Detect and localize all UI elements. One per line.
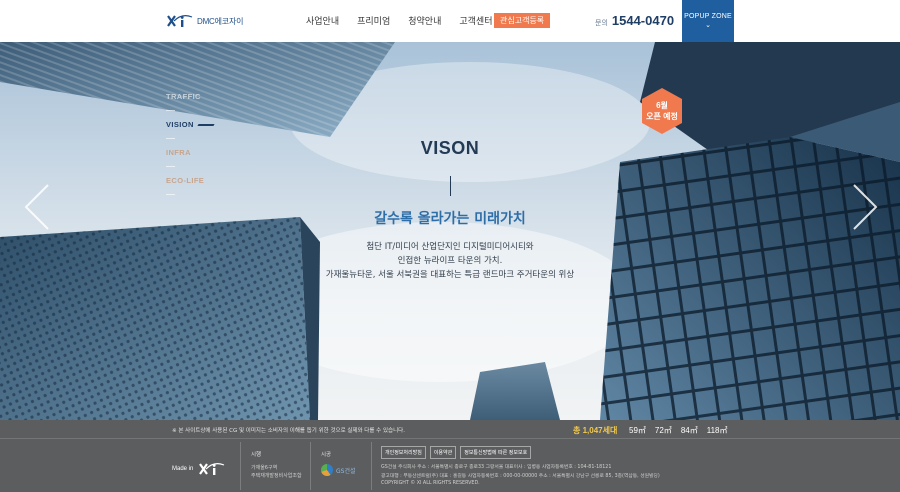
footer-notice: ※ 본 사이트상에 사용된 CG 및 이미지는 소비자의 이해를 돕기 위한 것… [172,428,405,434]
section-side-nav: TRAFFIC VISION INFRA ECO-LIFE [166,92,215,204]
privacy-policy-link[interactable]: 개인정보처리방침 [381,446,426,459]
site-footer: ※ 본 사이트상에 사용된 CG 및 이미지는 소비자의 이해를 돕기 위한 것… [0,420,900,492]
popup-zone-label: POPUP ZONE [684,13,732,20]
opening-badge: 6월 오픈 예정 [637,100,687,122]
footer-separator [371,442,372,490]
active-indicator [197,124,215,127]
made-in-xi: Made in [172,460,228,478]
total-units: 총 1,047세대 [573,426,618,435]
badge-line-month: 6월 [656,101,668,110]
xi-logo-icon [199,463,225,475]
side-nav-divider [166,110,175,111]
chevron-right-icon[interactable] [850,182,880,232]
hero-section: TRAFFIC VISION INFRA ECO-LIFE 6월 오픈 예정 V… [0,42,900,420]
phone-number[interactable]: 1544-0470 [612,13,674,28]
footer-separator [310,442,311,490]
unit-sizes: 59㎡ 72㎡ 84㎡ 118㎡ [629,425,727,436]
nav-item-customer-center[interactable]: 고객센터 [459,14,492,27]
terms-link[interactable]: 이용약관 [429,446,457,459]
developer-line: 가재울6구역 [251,465,278,471]
badge-line-status: 오픈 예정 [646,112,678,121]
footer-separator [240,442,241,490]
interest-register-button[interactable]: 관심고객등록 [494,13,551,28]
side-nav-vision-label: VISION [166,120,194,129]
made-in-label: Made in [172,466,194,472]
developer-line: 주택재개발정비사업조합 [251,473,302,479]
copyright: COPYRIGHT © XI ALL RIGHTS RESERVED. [381,481,480,486]
title-divider [449,176,451,196]
site-header: DMC에코자이 사업안내 프리미엄 청약안내 고객센터 관심고객등록 문의 15… [0,0,900,42]
unit-size: 118㎡ [706,426,728,435]
popup-zone-button[interactable]: POPUP ZONE ⌄ [682,0,734,42]
constructor-title: 시공 [321,452,332,458]
phone-label: 문의 [595,20,608,27]
info-protection-link[interactable]: 정보통신망법에 따른 정보보호 [460,446,532,459]
unit-size: 72㎡ [654,426,672,435]
side-nav-eco-life[interactable]: ECO-LIFE [166,176,214,190]
hero-subtitle: 갈수록 올라가는 미래가치 [374,211,526,227]
footer-divider [0,438,900,439]
chevron-left-icon[interactable] [22,182,52,232]
description-line: 첨단 IT/미디어 산업단지인 디지털미디어시티와 [366,242,534,252]
chevron-down-icon: ⌄ [705,21,711,29]
unit-size: 59㎡ [629,426,646,435]
side-nav-vision[interactable]: VISION [166,120,215,134]
footer-links: 개인정보처리방침 이용약관 정보통신망법에 따른 정보보호 [381,446,532,459]
side-nav-infra[interactable]: INFRA [166,148,214,162]
nav-item-business[interactable]: 사업안내 [306,14,339,27]
phone-contact: 문의 1544-0470 [595,13,674,28]
side-nav-divider [166,166,175,167]
side-nav-divider [166,194,175,195]
side-nav-traffic[interactable]: TRAFFIC [166,92,214,106]
gs-logo-icon [321,464,333,476]
constructor-name: GS건설 [336,467,356,475]
logo[interactable]: DMC에코자이 [166,12,243,30]
developer-title: 시행 [251,452,262,458]
hero-description: 첨단 IT/미디어 산업단지인 디지털미디어시티와 인접한 뉴라이프 타운의 가… [250,240,650,282]
unit-size: 84㎡ [680,426,698,435]
company-info-line: GS건설 주식회사 주소 : 서울특별시 종로구 종로33 그랑서울 대표이사 … [381,465,612,470]
description-line: 인접한 뉴라이프 타운의 가치. [397,256,503,266]
constructor-logo: GS건설 [321,464,356,476]
hero-content: VISON 갈수록 올라가는 미래가치 첨단 IT/미디어 산업단지인 디지털미… [250,138,650,282]
main-nav: 사업안내 프리미엄 청약안내 고객센터 [306,14,493,27]
hero-title: VISON [420,138,480,158]
logo-text: DMC에코자이 [197,16,244,26]
description-line: 가재울뉴타운, 서울 서북권을 대표하는 특급 랜드마크 주거타운의 위상 [325,270,575,280]
side-nav-divider [166,138,175,139]
xi-logo-icon [167,15,193,27]
company-info-line: 광고대행 : 부동산센트럴(주) 대표 : 홍길동 사업자등록번호 : 000-… [381,474,660,479]
nav-item-subscription[interactable]: 청약안내 [408,14,441,27]
nav-item-premium[interactable]: 프리미엄 [357,14,390,27]
